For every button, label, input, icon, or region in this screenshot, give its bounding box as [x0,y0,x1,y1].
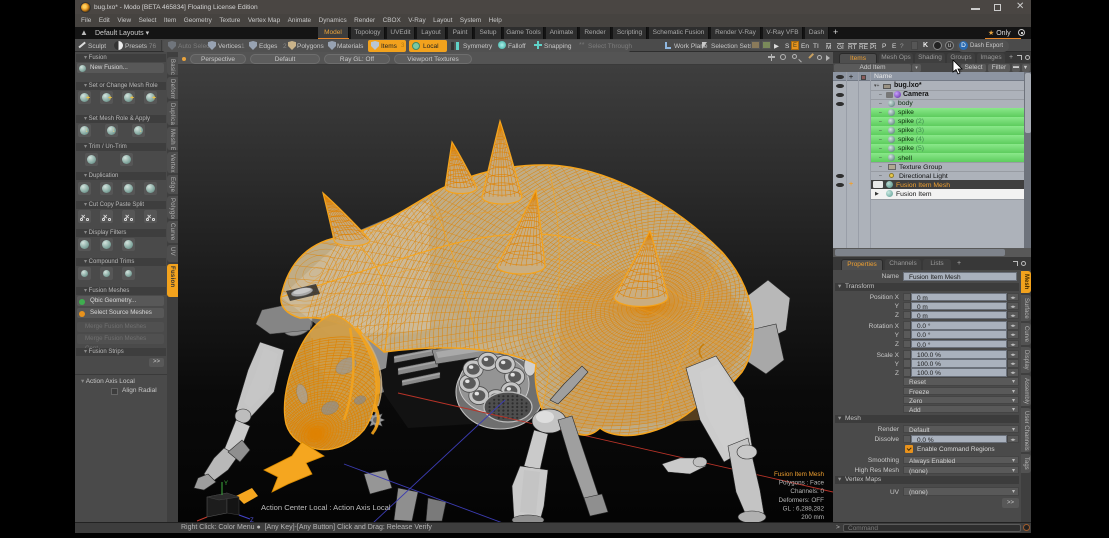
svg-text:200 mm: 200 mm [801,514,824,521]
svg-text:Deformers: OFF: Deformers: OFF [779,497,825,504]
svg-text:Fusion Item Mesh: Fusion Item Mesh [774,471,825,478]
svg-text:Polygons : Face: Polygons : Face [779,480,825,487]
svg-text:Y: Y [224,481,228,487]
svg-text:Action Center Local : Action A: Action Center Local : Action Axis Local [261,503,391,512]
svg-text:Channels: 0: Channels: 0 [790,488,824,495]
svg-text:GL : 6,288,282: GL : 6,288,282 [783,505,825,512]
